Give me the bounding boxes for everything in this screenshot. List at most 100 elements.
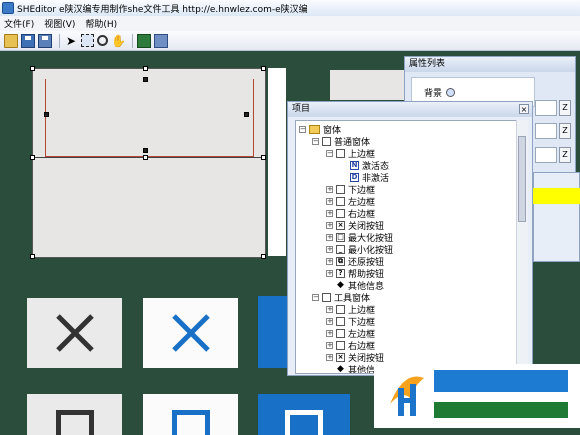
tree-node[interactable]: + 下边框 [326,315,375,328]
resize-handle[interactable] [261,155,266,160]
folder-icon [309,124,320,134]
menu-file[interactable]: 文件(F) [0,17,40,30]
collapse-icon[interactable]: − [326,149,333,157]
minimize-button-icon: _ [336,244,345,254]
expand-icon[interactable]: + [326,353,333,361]
open-icon[interactable] [4,33,18,48]
maximize-button-preview[interactable] [27,394,122,435]
title-bar: SHEditor e陕汉编专用制作she文件工具 http://e.hnwlez… [0,0,580,16]
resize-handle[interactable] [30,155,35,160]
tree-node[interactable]: + × 关闭按钮 [326,351,384,364]
resize-handle[interactable] [44,112,49,117]
expand-icon[interactable]: + [326,341,333,349]
resize-handle[interactable] [261,66,266,71]
window-title: SHEditor e陕汉编专用制作she文件工具 http://e.hnwlez… [17,4,308,15]
preview-icon[interactable] [137,33,151,48]
zoom-icon[interactable] [97,35,108,46]
close-button-hover-preview[interactable] [143,298,238,368]
toolbar-separator [132,33,133,48]
close-button-icon: × [336,220,345,230]
tree-scrollbar[interactable] [516,120,528,372]
resize-handle[interactable] [143,66,148,71]
color-swatch[interactable] [533,188,580,204]
normal-state-icon: N [350,160,359,170]
menu-view[interactable]: 视图(V) [40,17,81,30]
expand-icon[interactable]: + [326,221,333,229]
close-button-pressed-preview[interactable] [258,296,290,368]
tree-node[interactable]: + 左边框 [326,327,375,340]
menu-help[interactable]: 帮助(H) [81,17,123,30]
resize-handle[interactable] [244,112,249,117]
properties-title-text: 属性列表 [409,59,446,69]
toolbar: ➤ ✋ [0,31,580,51]
maximize-button-icon: □ [336,232,345,242]
property-edit-button[interactable]: Z [559,147,571,163]
maximize-button-pressed-preview[interactable] [258,394,350,435]
export-icon[interactable] [154,33,168,48]
expand-icon[interactable]: + [326,305,333,313]
hand-icon[interactable]: ✋ [111,34,126,48]
expand-icon[interactable]: + [326,209,333,217]
expand-icon[interactable]: + [326,245,333,253]
project-title-text: 项目 [292,104,311,114]
tree-node[interactable]: + 右边框 [326,339,375,352]
collapse-icon[interactable]: − [312,293,319,301]
tree-node[interactable]: − 上边框 [326,147,375,160]
resize-handle[interactable] [143,77,148,82]
tree-node[interactable]: + 上边框 [326,303,375,316]
project-panel-title: 项目 × [288,102,532,117]
tree-node[interactable]: + 左边框 [326,195,375,208]
select-icon[interactable] [81,34,94,47]
tree-node[interactable]: + _ 最小化按钮 [326,243,393,256]
tree-node[interactable]: N 激活态 [350,159,389,172]
project-panel: 项目 × − 窗体 − 普通窗体 − 上边框 N 激活态 D 非激活 + 下边框 + 左边框 … [287,101,533,376]
expand-icon[interactable]: + [326,185,333,193]
window-preview[interactable] [32,68,266,258]
resize-handle[interactable] [30,66,35,71]
resize-handle[interactable] [261,254,266,259]
expand-icon[interactable]: + [326,329,333,337]
tree-node[interactable]: − 普通窗体 [312,135,370,148]
maximize-button-hover-preview[interactable] [143,394,238,435]
close-button-preview[interactable] [27,298,122,368]
tree-node[interactable]: + □ 最大化按钮 [326,231,393,244]
collapse-icon[interactable]: − [299,125,306,133]
scrollbar-thumb[interactable] [518,136,526,222]
collapse-icon[interactable]: − [312,137,319,145]
tree-node[interactable]: − 窗体 [299,123,341,136]
tree-node[interactable]: D 非激活 [350,171,389,184]
tree-node[interactable]: + 右边框 [326,207,375,220]
tree-node[interactable]: +? 帮助按钮 [326,267,384,280]
border-icon [336,304,345,314]
resize-handle[interactable] [30,254,35,259]
property-value-field[interactable] [535,100,557,116]
tree-node[interactable]: ◆ 其他信息 [336,279,384,292]
border-icon [336,148,345,158]
radio-icon[interactable] [446,87,456,97]
expand-icon[interactable]: + [326,269,333,277]
app-icon [2,2,14,14]
expand-icon[interactable]: + [326,317,333,325]
border-icon [336,316,345,326]
tree-node[interactable]: + ⧉ 还原按钮 [326,255,384,268]
tree-node[interactable]: + 下边框 [326,183,375,196]
save-as-icon[interactable] [38,33,52,48]
watermark-logo [374,364,580,428]
property-value-field[interactable] [535,147,557,163]
save-icon[interactable] [21,33,35,48]
pointer-icon[interactable]: ➤ [64,34,78,48]
property-edit-button[interactable]: Z [559,100,571,116]
close-icon[interactable]: × [519,104,529,114]
resize-handle[interactable] [143,148,148,153]
expand-icon[interactable]: + [326,233,333,241]
expand-icon[interactable]: + [326,257,333,265]
toolbar-separator [59,33,60,48]
property-edit-button[interactable]: Z [559,123,571,139]
resize-handle[interactable] [143,155,148,160]
property-value-field[interactable] [535,123,557,139]
tree-node[interactable]: + × 关闭按钮 [326,219,384,232]
expand-icon[interactable]: + [326,197,333,205]
canvas-panel [330,70,406,100]
tree-node[interactable]: − 工具窗体 [312,291,370,304]
window-icon [322,292,331,302]
